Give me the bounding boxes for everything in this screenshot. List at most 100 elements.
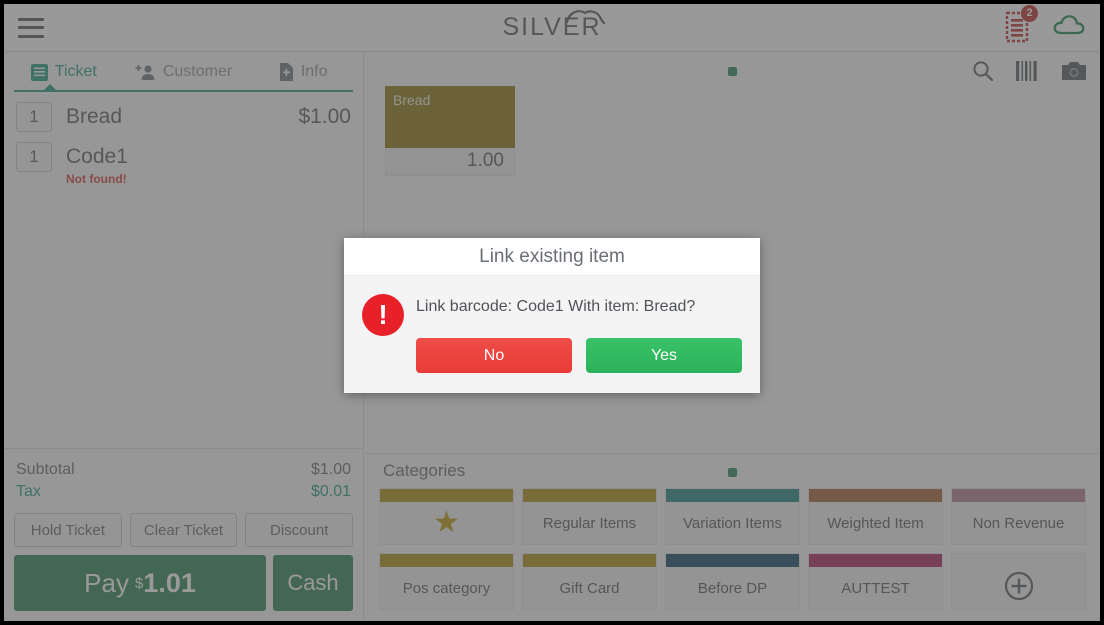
camera-icon[interactable] [1062,61,1086,86]
quantity-stepper[interactable]: 1 [16,142,52,172]
subtotal-label: Subtotal [16,461,75,478]
quantity-stepper[interactable]: 1 [16,102,52,132]
category-label: AUTTEST [841,579,910,597]
pos-app-window: SILVER 2 Ticket Customer Info 1 Bread $1… [0,0,1104,625]
pay-amount: 1.01 [143,567,196,598]
category-label: Gift Card [559,579,620,597]
category-regular-items[interactable]: Regular Items [522,488,657,545]
category-color-bar [523,554,656,567]
hold-ticket-button[interactable]: Hold Ticket [14,513,122,547]
category-color-bar [523,489,656,502]
category-color-bar [809,489,942,502]
pay-currency: $ [134,574,144,592]
top-bar: SILVER 2 [4,4,1100,52]
ticket-item-list: 1 Bread $1.00 1 Code1 Not found! [4,94,363,433]
pay-button[interactable]: Pay $ 1.01 [14,555,266,611]
tabs-active-caret [42,84,58,92]
category-weighted-item[interactable]: Weighted Item [808,488,943,545]
pay-label: Pay [84,567,129,598]
category-color-bar [666,554,799,567]
open-tickets-icon[interactable]: 2 [1004,5,1038,43]
exclamation-icon: ! [362,290,408,383]
item-tile-price: 1.00 [385,148,515,176]
item-tile-name: Bread [393,92,431,108]
category-non-revenue[interactable]: Non Revenue [951,488,1086,545]
category-label: Before DP [697,579,768,597]
hamburger-menu-icon[interactable] [18,17,44,38]
tab-ticket-label: Ticket [54,63,97,80]
category-favorites[interactable]: ★ [379,488,514,545]
category-pos-category[interactable]: Pos category [379,553,514,610]
tab-info[interactable]: Info [243,52,363,92]
tax-row: Tax $0.01 [16,481,351,503]
add-person-icon [135,64,156,81]
cloud-arc-icon [565,10,605,24]
ticket-item-name: Bread [66,105,123,128]
star-icon: ★ [433,506,460,539]
brand-name: SILVER [502,13,602,41]
ticket-item-error: Not found! [66,172,127,186]
category-color-bar [380,554,513,567]
item-tile-color-body: Bread [385,86,515,148]
payment-actions: Pay $ 1.01 Cash [14,555,353,611]
ticket-panel: Ticket Customer Info 1 Bread $1.00 1 Cod… [4,52,364,621]
categories-grid: ★ Regular Items Variation Items Weighted… [379,488,1086,610]
category-variation-items[interactable]: Variation Items [665,488,800,545]
category-color-bar [809,554,942,567]
dialog-title: Link existing item [344,238,760,276]
category-auttest[interactable]: AUTTEST [808,553,943,610]
brand-logo: SILVER [4,10,1100,42]
ticket-item-name: Code1 [66,145,128,168]
search-icon[interactable] [972,60,994,87]
category-label: Regular Items [542,514,637,532]
link-existing-item-dialog: Link existing item ! Link barcode: Code1… [344,238,760,393]
category-gift-card[interactable]: Gift Card [522,553,657,610]
tabs-underline [14,90,353,92]
categories-section: Categories ★ Regular Items Variation Ite… [365,453,1100,621]
yes-button[interactable]: Yes [586,338,742,373]
dialog-message: Link barcode: Code1 With item: Bread? [416,298,696,315]
category-label: Pos category [402,579,491,597]
category-label: Non Revenue [972,514,1065,532]
ticket-tabs: Ticket Customer Info [4,52,363,92]
category-label: Variation Items [683,514,782,532]
subtotal-row: Subtotal $1.00 [16,459,351,481]
tab-ticket[interactable]: Ticket [4,52,124,92]
category-color-bar [952,489,1085,502]
tax-label: Tax [16,483,41,500]
category-label [952,567,1085,609]
page-dot-active [728,67,737,76]
tax-value: $0.01 [310,483,351,500]
open-tickets-badge: 2 [1021,5,1038,22]
ticket-item-price: $1.00 [298,105,351,128]
item-grid: Bread 1.00 [385,86,1086,176]
top-bar-actions: 2 [1004,5,1086,43]
tab-customer-label: Customer [162,63,233,80]
category-before-dp[interactable]: Before DP [665,553,800,610]
dialog-content: Link barcode: Code1 With item: Bread? No… [408,290,742,383]
tab-customer[interactable]: Customer [124,52,244,92]
discount-button[interactable]: Discount [245,513,354,547]
cash-button[interactable]: Cash [273,555,353,611]
subtotal-value: $1.00 [310,461,351,478]
category-color-bar [666,489,799,502]
ticket-row[interactable]: 1 Bread $1.00 [4,94,363,134]
item-tile-bread[interactable]: Bread 1.00 [385,86,515,176]
category-label: ★ [380,502,513,544]
plus-circle-icon [1004,571,1034,605]
dialog-body: ! Link barcode: Code1 With item: Bread? … [344,276,760,393]
clear-ticket-button[interactable]: Clear Ticket [129,513,238,547]
cloud-sync-icon[interactable] [1052,12,1086,43]
dialog-buttons: No Yes [416,338,742,383]
ticket-row[interactable]: 1 Code1 [4,134,363,174]
categories-page-indicator [365,464,1100,482]
no-button[interactable]: No [416,338,572,373]
categories-header: Categories [365,454,1100,488]
add-category-button[interactable] [951,553,1086,610]
tab-info-label: Info [300,63,328,80]
page-dot-active [728,468,737,477]
barcode-icon[interactable] [1016,61,1040,86]
category-label: Weighted Item [827,514,924,532]
items-toolbar [972,60,1086,87]
ticket-actions: Hold Ticket Clear Ticket Discount [14,513,354,547]
